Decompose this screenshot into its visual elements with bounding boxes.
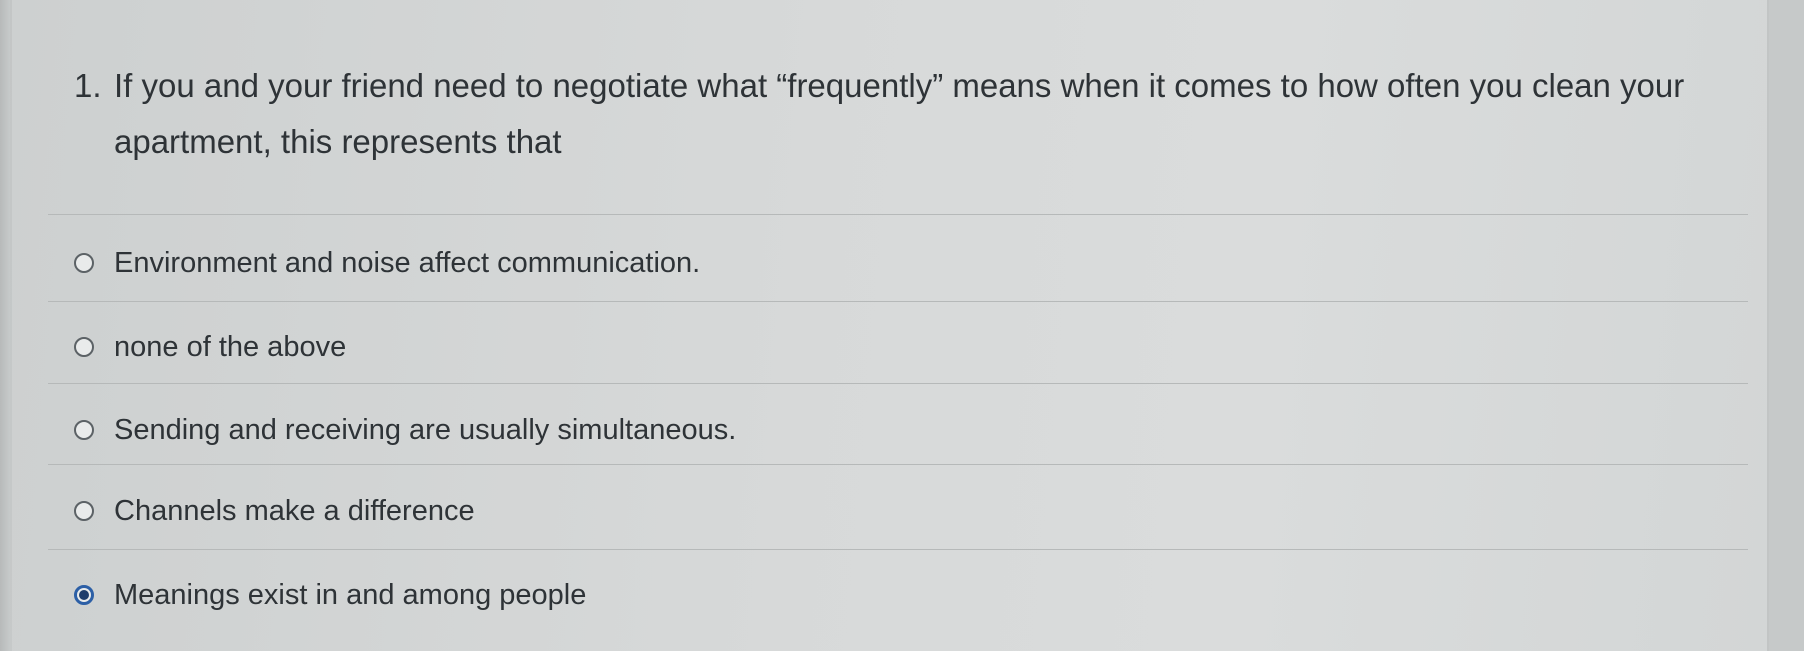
answer-option-none-of-the-above[interactable]: none of the above [74,327,346,367]
answer-label: Environment and noise affect communicati… [114,246,701,279]
radio-unselected-icon[interactable] [74,501,94,521]
answer-label: Meanings exist in and among people [114,578,587,611]
answer-option-sending-receiving[interactable]: Sending and receiving are usually simult… [74,410,736,450]
answer-option-meanings[interactable]: Meanings exist in and among people [74,575,586,615]
divider [48,301,1748,302]
answer-label: Channels make a difference [114,494,475,527]
radio-selected-icon[interactable] [74,585,94,605]
screen-background: 1. If you and your friend need to negoti… [0,0,1804,651]
answer-option-environment[interactable]: Environment and noise affect communicati… [74,243,700,283]
question-number: 1. [74,67,102,104]
divider [48,214,1748,215]
divider [48,383,1748,384]
answer-option-channels[interactable]: Channels make a difference [74,491,475,531]
left-edge [0,0,10,651]
question-text: If you and your friend need to negotiate… [114,67,1685,160]
answer-label: Sending and receiving are usually simult… [114,413,737,446]
radio-unselected-icon[interactable] [74,337,94,357]
answer-label: none of the above [114,330,347,363]
divider [48,549,1748,550]
radio-unselected-icon[interactable] [74,420,94,440]
divider [48,464,1748,465]
radio-unselected-icon[interactable] [74,253,94,273]
